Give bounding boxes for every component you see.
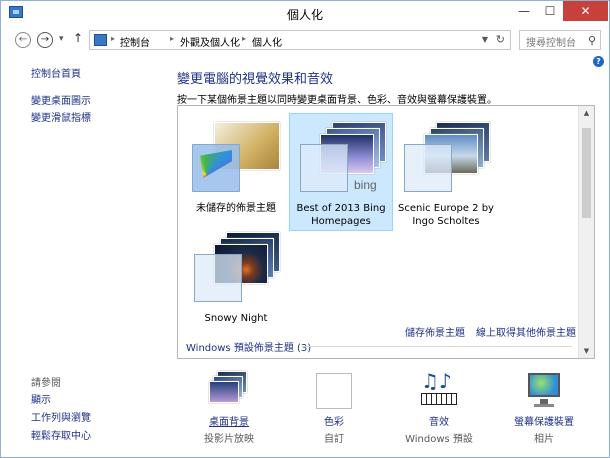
search-input[interactable]: 搜尋控制台 ⚲	[519, 30, 601, 50]
theme-label: Best of 2013 Bing Homepages	[296, 203, 386, 227]
screensaver-setting[interactable]: 螢幕保護裝置 相片	[498, 371, 590, 445]
color-icon	[314, 371, 354, 411]
sound-setting[interactable]: ♫♪ 音效 Windows 預設	[393, 371, 485, 445]
theme-unsaved[interactable]: 未儲存的佈景主題	[184, 114, 288, 232]
sidebar-display[interactable]: 顯示	[31, 391, 51, 406]
desktop-background-icon	[209, 371, 249, 411]
bing-logo: bing	[354, 178, 377, 192]
help-icon[interactable]: ?	[593, 56, 604, 67]
sidebar-control-panel-home[interactable]: 控制台首頁	[31, 65, 81, 80]
title-bar: 個人化 — ☐ ✕	[1, 1, 609, 26]
setting-label[interactable]: 色彩	[288, 413, 380, 428]
maximize-button[interactable]: ☐	[537, 1, 563, 21]
setting-label[interactable]: 桌面背景	[183, 413, 275, 428]
scroll-up-icon[interactable]: ▲	[579, 106, 594, 120]
sidebar-ease-of-access[interactable]: 輕鬆存取中心	[31, 427, 91, 442]
save-theme-link[interactable]: 儲存佈景主題	[405, 324, 465, 339]
address-bar[interactable]: ▸ 控制台 ▸ 外觀及個人化 ▸ 個人化 ▼ ↻	[89, 30, 511, 50]
windows-default-themes-heading[interactable]: Windows 預設佈景主題 (3)	[186, 339, 311, 354]
desktop-background-setting[interactable]: 桌面背景 投影片放映	[183, 371, 275, 445]
divider	[302, 346, 572, 347]
control-panel-icon	[94, 34, 107, 46]
setting-label[interactable]: 音效	[393, 413, 485, 428]
sidebar-change-desktop-icons[interactable]: 變更桌面圖示	[31, 92, 91, 107]
breadcrumb-control-panel[interactable]: 控制台	[120, 34, 150, 49]
breadcrumb-appearance[interactable]: 外觀及個人化	[180, 34, 240, 49]
theme-thumbnail	[192, 232, 280, 308]
sound-icon: ♫♪	[419, 371, 459, 411]
theme-list: 未儲存的佈景主題 bing Best of 2013 Bing Homepage…	[177, 105, 595, 359]
get-more-themes-link[interactable]: 線上取得其他佈景主題	[476, 324, 576, 339]
forward-button[interactable]: →	[37, 32, 53, 48]
personalization-window: 個人化 — ☐ ✕ ← → ▾ ↑ ▸ 控制台 ▸ 外觀及個人化 ▸ 個人化 ▼…	[0, 0, 610, 458]
theme-snowy-night[interactable]: Snowy Night	[184, 224, 288, 342]
theme-label: 未儲存的佈景主題	[196, 203, 276, 214]
see-also-heading: 請參閱	[31, 378, 61, 389]
breadcrumb-personalization[interactable]: 個人化	[252, 34, 282, 49]
setting-value: 自訂	[324, 434, 344, 445]
theme-thumbnail: bing	[298, 122, 386, 198]
chevron-down-icon[interactable]: ▼	[482, 35, 488, 44]
page-instructions: 按一下某個佈景主題以同時變更桌面背景、色彩、音效與螢幕保護裝置。	[177, 95, 497, 106]
refresh-icon[interactable]: ↻	[496, 33, 505, 46]
navigation-bar: ← → ▾ ↑ ▸ 控制台 ▸ 外觀及個人化 ▸ 個人化 ▼ ↻ 搜尋控制台 ⚲	[1, 27, 609, 53]
recent-locations-button[interactable]: ▾	[59, 34, 64, 44]
scroll-down-icon[interactable]: ▼	[579, 344, 594, 358]
search-icon: ⚲	[587, 34, 596, 47]
theme-list-scrollbar[interactable]: ▲ ▼	[578, 106, 594, 358]
page-title: 變更電腦的視覺效果和音效	[177, 72, 334, 87]
screensaver-icon	[524, 371, 564, 411]
color-setting[interactable]: 色彩 自訂	[288, 371, 380, 445]
setting-value: 投影片放映	[204, 434, 254, 445]
theme-thumbnail	[402, 122, 490, 198]
search-placeholder: 搜尋控制台	[526, 38, 576, 49]
setting-label[interactable]: 螢幕保護裝置	[498, 413, 590, 428]
setting-value: Windows 預設	[405, 434, 473, 445]
close-button[interactable]: ✕	[563, 1, 608, 21]
scroll-thumb[interactable]	[582, 128, 591, 218]
theme-scenic-europe-2[interactable]: Scenic Europe 2 by Ingo Scholtes	[394, 114, 498, 232]
setting-value: 相片	[534, 434, 554, 445]
theme-label: Snowy Night	[204, 313, 268, 324]
sidebar-taskbar-navigation[interactable]: 工作列與瀏覽	[31, 409, 91, 424]
theme-thumbnail	[192, 122, 280, 198]
minimize-button[interactable]: —	[511, 1, 537, 21]
back-button[interactable]: ←	[15, 32, 31, 48]
theme-best-of-2013-bing[interactable]: bing Best of 2013 Bing Homepages	[289, 113, 393, 231]
up-button[interactable]: ↑	[73, 31, 83, 45]
theme-label: Scenic Europe 2 by Ingo Scholtes	[398, 203, 494, 227]
sidebar-change-mouse-pointers[interactable]: 變更滑鼠指標	[31, 109, 91, 124]
